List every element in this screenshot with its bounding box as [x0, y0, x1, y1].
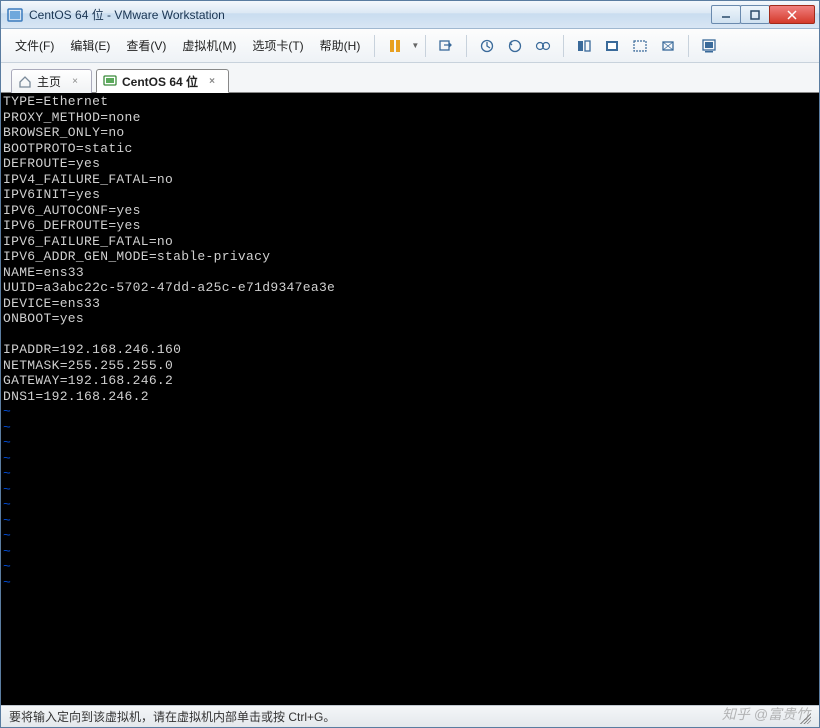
terminal-line: IPV6INIT=yes [3, 187, 817, 203]
menu-edit[interactable]: 编辑(E) [62, 33, 118, 58]
menu-view[interactable]: 查看(V) [118, 33, 174, 58]
terminal-line: ONBOOT=yes [3, 311, 817, 327]
home-icon [18, 75, 32, 89]
terminal-empty-line: ~ [3, 451, 817, 467]
titlebar[interactable]: CentOS 64 位 - VMware Workstation [1, 1, 819, 29]
stretch-button[interactable] [655, 33, 681, 59]
terminal-line: DEFROUTE=yes [3, 156, 817, 172]
terminal-empty-line: ~ [3, 513, 817, 529]
manage-snapshots-button[interactable] [530, 33, 556, 59]
tab-vm-label: CentOS 64 位 [122, 73, 198, 90]
pause-dropdown-icon[interactable]: ▼ [411, 41, 419, 50]
terminal-line: BOOTPROTO=static [3, 141, 817, 157]
pause-button[interactable] [382, 33, 408, 59]
fullscreen-button[interactable] [599, 33, 625, 59]
tab-home-label: 主页 [37, 73, 61, 90]
terminal-line [3, 327, 817, 343]
terminal-empty-line: ~ [3, 528, 817, 544]
app-window: CentOS 64 位 - VMware Workstation 文件(F) 编… [0, 0, 820, 728]
separator [374, 35, 375, 57]
tabbar: 主页 × CentOS 64 位 × [1, 63, 819, 93]
minimize-button[interactable] [711, 5, 741, 24]
menu-help[interactable]: 帮助(H) [312, 33, 369, 58]
statusbar-text: 要将输入定向到该虚拟机，请在虚拟机内部单击或按 Ctrl+G。 [9, 708, 335, 725]
terminal-line: DEVICE=ens33 [3, 296, 817, 312]
separator [425, 35, 426, 57]
revert-button[interactable] [502, 33, 528, 59]
terminal-empty-line: ~ [3, 404, 817, 420]
terminal-line: NAME=ens33 [3, 265, 817, 281]
terminal-empty-line: ~ [3, 575, 817, 591]
close-button[interactable] [769, 5, 815, 24]
terminal-line: IPV4_FAILURE_FATAL=no [3, 172, 817, 188]
maximize-button[interactable] [740, 5, 770, 24]
terminal-line: IPV6_DEFROUTE=yes [3, 218, 817, 234]
terminal-line: UUID=a3abc22c-5702-47dd-a25c-e71d9347ea3… [3, 280, 817, 296]
terminal-empty-line: ~ [3, 497, 817, 513]
terminal-vm-console[interactable]: TYPE=EthernetPROXY_METHOD=noneBROWSER_ON… [1, 93, 819, 705]
terminal-line: NETMASK=255.255.255.0 [3, 358, 817, 374]
send-button[interactable] [433, 33, 459, 59]
window-title: CentOS 64 位 - VMware Workstation [29, 6, 712, 23]
separator [466, 35, 467, 57]
separator [688, 35, 689, 57]
thumbnail-button[interactable] [571, 33, 597, 59]
library-button[interactable] [696, 33, 722, 59]
app-icon [7, 7, 23, 23]
statusbar: 要将输入定向到该虚拟机，请在虚拟机内部单击或按 Ctrl+G。 [1, 705, 819, 727]
terminal-empty-line: ~ [3, 559, 817, 575]
tab-home[interactable]: 主页 × [11, 69, 92, 93]
resize-grip-icon[interactable] [797, 710, 811, 724]
terminal-empty-line: ~ [3, 435, 817, 451]
tab-close-icon[interactable]: × [206, 75, 218, 87]
unity-button[interactable] [627, 33, 653, 59]
terminal-empty-line: ~ [3, 544, 817, 560]
terminal-empty-line: ~ [3, 466, 817, 482]
menubar: 文件(F) 编辑(E) 查看(V) 虚拟机(M) 选项卡(T) 帮助(H) ▼ [1, 29, 819, 63]
terminal-line: GATEWAY=192.168.246.2 [3, 373, 817, 389]
terminal-line: IPV6_ADDR_GEN_MODE=stable-privacy [3, 249, 817, 265]
terminal-empty-line: ~ [3, 420, 817, 436]
terminal-line: IPV6_FAILURE_FATAL=no [3, 234, 817, 250]
vm-icon [103, 74, 117, 88]
snapshot-button[interactable] [474, 33, 500, 59]
terminal-empty-line: ~ [3, 482, 817, 498]
window-controls [712, 5, 815, 24]
terminal-line: TYPE=Ethernet [3, 94, 817, 110]
menu-vm[interactable]: 虚拟机(M) [174, 33, 244, 58]
tab-vm[interactable]: CentOS 64 位 × [96, 69, 229, 93]
terminal-line: PROXY_METHOD=none [3, 110, 817, 126]
tab-close-icon[interactable]: × [69, 76, 81, 88]
separator [563, 35, 564, 57]
terminal-line: BROWSER_ONLY=no [3, 125, 817, 141]
terminal-line: IPV6_AUTOCONF=yes [3, 203, 817, 219]
menu-tabs[interactable]: 选项卡(T) [244, 33, 311, 58]
menu-file[interactable]: 文件(F) [7, 33, 62, 58]
terminal-line: DNS1=192.168.246.2 [3, 389, 817, 405]
terminal-line: IPADDR=192.168.246.160 [3, 342, 817, 358]
